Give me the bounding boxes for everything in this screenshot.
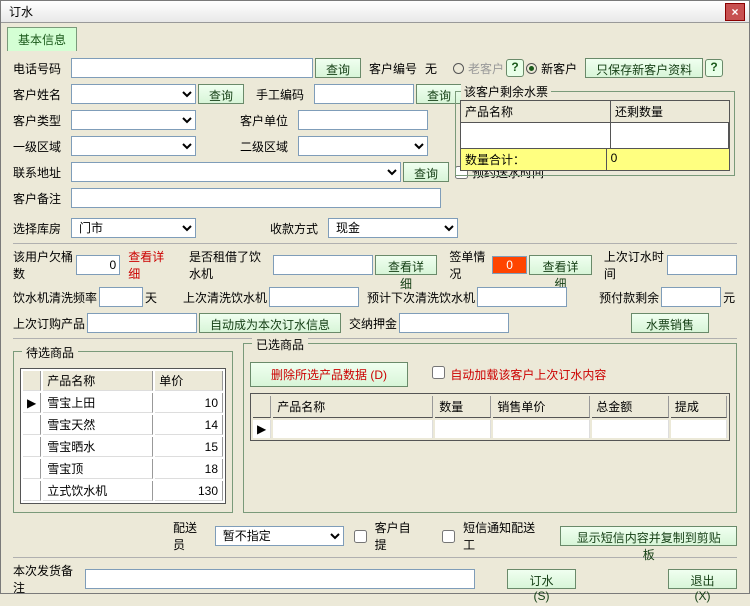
custno-value: 无	[425, 60, 437, 77]
autofill-button[interactable]: 自动成为本次订水信息	[199, 313, 341, 333]
selected-products-legend: 已选商品	[252, 336, 308, 353]
help-save-new[interactable]: ?	[705, 59, 723, 77]
label-area2: 二级区域	[240, 138, 296, 155]
table-row: ▶雪宝上田10	[23, 393, 223, 413]
label-manualcode: 手工编码	[256, 86, 312, 103]
label-phone: 电话号码	[13, 60, 69, 77]
table-row: 雪宝晒水15	[23, 437, 223, 457]
phone-input[interactable]	[71, 58, 313, 78]
label-contact: 联系地址	[13, 164, 69, 181]
save-new-customer-button[interactable]: 只保存新客户资料	[585, 58, 703, 78]
label-nextclean: 预计下次清洗饮水机	[367, 289, 475, 306]
radio-new-customer[interactable]: 新客户	[526, 60, 577, 77]
help-old-customer[interactable]: ?	[506, 59, 524, 77]
label-area1: 一级区域	[13, 138, 69, 155]
tabstrip: 基本信息	[1, 23, 749, 51]
ticket-legend: 该客户剩余水票	[461, 83, 551, 100]
owe-input[interactable]	[76, 255, 120, 275]
cleanfreq-input[interactable]	[99, 287, 143, 307]
owe-detail-link[interactable]: 查看详细	[128, 248, 169, 282]
table-row: 雪宝顶18	[23, 459, 223, 479]
window-title: 订水	[5, 3, 725, 20]
nextclean-input[interactable]	[477, 287, 567, 307]
autoload-checkbox[interactable]	[432, 366, 445, 379]
ticket-sum-value: 0	[607, 149, 730, 171]
label-deliverer: 配送员	[173, 519, 209, 553]
custname-query-button[interactable]: 查询	[198, 84, 244, 104]
prepay-input[interactable]	[661, 287, 721, 307]
signstatus-detail-button[interactable]: 查看详细	[529, 255, 592, 275]
label-deposit: 交纳押金	[349, 315, 397, 332]
signstatus-value: 0	[492, 256, 527, 274]
order-window: 订水 × 基本信息 电话号码 查询 客户编号 无 老客户 ? 新客户 只保存新客…	[0, 0, 750, 594]
ticket-col-remain: 还剩数量	[611, 101, 729, 122]
orderremark-input[interactable]	[85, 569, 475, 589]
custname-select[interactable]	[71, 84, 196, 104]
selected-products-group: 已选商品 删除所选产品数据 (D) 自动加载该客户上次订水内容 产品名称 数量	[243, 343, 737, 513]
exit-button[interactable]: 退出(X)	[668, 569, 737, 589]
label-custname: 客户姓名	[13, 86, 69, 103]
content-area: 电话号码 查询 客户编号 无 老客户 ? 新客户 只保存新客户资料 ? 客户姓名…	[1, 51, 749, 606]
label-warehouse: 选择库房	[13, 220, 69, 237]
radio-old-customer: 老客户	[453, 60, 504, 77]
contact-query-button[interactable]: 查询	[403, 162, 449, 182]
label-custtype: 客户类型	[13, 112, 69, 129]
label-custunit: 客户单位	[240, 112, 296, 129]
manualcode-input[interactable]	[314, 84, 414, 104]
lastproducts-input[interactable]	[87, 313, 197, 333]
label-signstatus: 签单情况	[449, 248, 490, 282]
label-owe: 该用户欠桶数	[13, 248, 74, 282]
deposit-input[interactable]	[399, 313, 509, 333]
wait-products-group: 待选商品 产品名称单价 ▶雪宝上田10 雪宝天然14 雪宝晒水15 雪宝顶18 …	[13, 351, 233, 513]
show-sms-button[interactable]: 显示短信内容并复制到剪贴板	[560, 526, 737, 546]
label-rentcooler: 是否租借了饮水机	[189, 248, 271, 282]
custtype-select[interactable]	[71, 110, 196, 130]
contact-select[interactable]	[71, 162, 401, 182]
selfpickup-checkbox[interactable]	[354, 530, 367, 543]
tab-basic-info[interactable]: 基本信息	[7, 27, 77, 51]
ticket-sale-button[interactable]: 水票销售	[631, 313, 709, 333]
label-cleanfreq: 饮水机清洗频率	[13, 289, 97, 306]
rentcooler-input[interactable]	[273, 255, 373, 275]
ticket-col-product: 产品名称	[461, 101, 611, 122]
label-prepay: 预付款剩余	[599, 289, 659, 306]
label-lastclean: 上次清洗饮水机	[183, 289, 267, 306]
custunit-input[interactable]	[298, 110, 428, 130]
paymethod-select[interactable]: 现金	[328, 218, 458, 238]
warehouse-select[interactable]: 门市	[71, 218, 196, 238]
label-paymethod: 收款方式	[270, 220, 326, 237]
label-lastorder: 上次订水时间	[604, 248, 665, 282]
close-button[interactable]: ×	[725, 3, 745, 21]
area2-select[interactable]	[298, 136, 428, 156]
delete-selected-button[interactable]: 删除所选产品数据 (D)	[250, 362, 408, 387]
area1-select[interactable]	[71, 136, 196, 156]
lastorder-input[interactable]	[667, 255, 737, 275]
remark-input[interactable]	[71, 188, 441, 208]
ticket-body	[460, 123, 730, 149]
label-lastproducts: 上次订购产品	[13, 315, 85, 332]
autoload-wrap[interactable]: 自动加载该客户上次订水内容	[428, 366, 606, 383]
deliverer-select[interactable]: 暂不指定	[215, 526, 344, 546]
ticket-sum-label: 数量合计：	[460, 149, 607, 171]
label-custno: 客户编号	[369, 60, 417, 77]
lastclean-input[interactable]	[269, 287, 359, 307]
wait-products-legend: 待选商品	[22, 344, 78, 361]
table-row: 雪宝天然14	[23, 415, 223, 435]
label-smsnotify: 短信通知配送工	[463, 519, 546, 553]
label-remark: 客户备注	[13, 190, 69, 207]
table-row: 立式饮水机130	[23, 481, 223, 501]
titlebar: 订水 ×	[1, 1, 749, 23]
rentcooler-detail-button[interactable]: 查看详细	[375, 255, 438, 275]
wait-products-table[interactable]: 产品名称单价 ▶雪宝上田10 雪宝天然14 雪宝晒水15 雪宝顶18 立式饮水机…	[20, 368, 226, 504]
ticket-fieldset: 该客户剩余水票 产品名称 还剩数量 数量合计： 0	[455, 91, 735, 176]
label-selfpickup: 客户自提	[375, 519, 423, 553]
order-button[interactable]: 订水(S)	[507, 569, 576, 589]
smsnotify-checkbox[interactable]	[442, 530, 455, 543]
selected-products-table[interactable]: 产品名称 数量 销售单价 总金额 提成 ▶	[250, 393, 730, 441]
phone-query-button[interactable]: 查询	[315, 58, 361, 78]
label-days: 天	[145, 289, 157, 306]
label-yuan: 元	[723, 289, 735, 306]
label-orderremark: 本次发货备注	[13, 562, 83, 596]
